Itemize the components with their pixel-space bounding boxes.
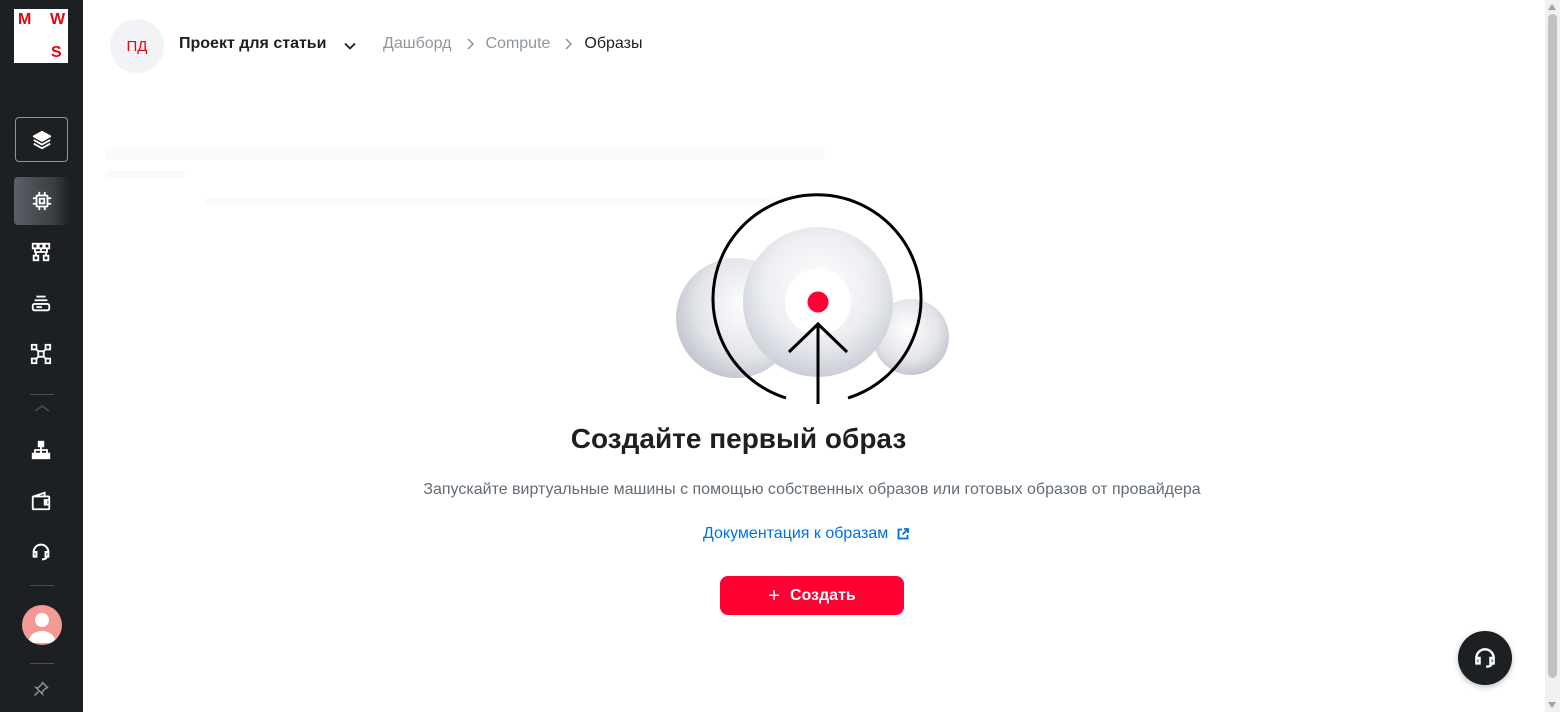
breadcrumb-images: Образы xyxy=(584,35,643,52)
sidebar-divider xyxy=(30,585,54,586)
chevron-right-icon xyxy=(565,38,573,50)
sidebar-item-network[interactable] xyxy=(15,230,67,274)
chip-icon xyxy=(32,191,52,211)
breadcrumb-compute[interactable]: Compute xyxy=(486,35,551,53)
documentation-link-label: Документация к образам xyxy=(703,525,889,542)
scroll-down-arrow-icon[interactable] xyxy=(1548,702,1556,708)
empty-state-description: Запускайте виртуальные машины с помощью … xyxy=(423,481,1201,498)
documentation-link[interactable]: Документация к образам xyxy=(703,525,910,543)
sidebar: M W S xyxy=(0,0,83,712)
storage-icon xyxy=(31,295,51,312)
sidebar-item-kubernetes[interactable] xyxy=(15,332,67,376)
scrollbar-thumb[interactable] xyxy=(1548,14,1557,678)
project-avatar[interactable]: ПД xyxy=(110,19,164,73)
plus-icon: + xyxy=(768,584,780,607)
chevron-down-icon[interactable] xyxy=(342,38,358,54)
create-image-button[interactable]: + Создать xyxy=(720,576,904,615)
loading-ghost xyxy=(105,148,825,160)
network-icon xyxy=(31,242,51,262)
empty-state-title-text: Создайте первый образ xyxy=(570,423,907,454)
loading-ghost xyxy=(105,170,185,178)
project-initials: ПД xyxy=(126,37,148,55)
pin-icon[interactable] xyxy=(33,681,49,697)
kubernetes-icon xyxy=(30,343,52,365)
upload-image-illustration xyxy=(676,193,949,404)
sidebar-item-compute[interactable] xyxy=(14,177,70,225)
sidebar-item-layers[interactable] xyxy=(15,117,68,162)
sidebar-item-support[interactable] xyxy=(15,530,67,574)
breadcrumb-dashboard[interactable]: Дашборд xyxy=(383,35,452,53)
logo-letter-s: S xyxy=(51,44,62,61)
collapse-chevron-icon[interactable] xyxy=(33,398,51,412)
project-selector[interactable]: Проект для статьи xyxy=(179,35,326,53)
external-link-icon xyxy=(897,528,910,540)
logo-letter-w: W xyxy=(50,11,66,28)
user-avatar[interactable] xyxy=(22,605,62,645)
empty-state-title: Создайте первый образ xyxy=(0,423,1560,455)
headset-icon xyxy=(32,543,50,561)
sidebar-divider xyxy=(30,394,54,395)
headset-icon xyxy=(1475,648,1495,668)
support-chat-button[interactable] xyxy=(1458,631,1512,685)
sidebar-item-storage[interactable] xyxy=(15,281,67,325)
layers-icon xyxy=(32,130,51,149)
breadcrumb: Дашборд Compute Образы xyxy=(383,35,642,53)
sidebar-divider xyxy=(30,663,54,664)
page-scrollbar[interactable] xyxy=(1545,0,1560,712)
scroll-up-arrow-icon[interactable] xyxy=(1548,4,1556,10)
chevron-right-icon xyxy=(466,38,474,50)
user-icon xyxy=(28,613,56,643)
logo-letter-m: M xyxy=(18,11,32,28)
create-button-label: Создать xyxy=(789,586,856,604)
mws-logo[interactable]: M W S xyxy=(14,9,68,63)
